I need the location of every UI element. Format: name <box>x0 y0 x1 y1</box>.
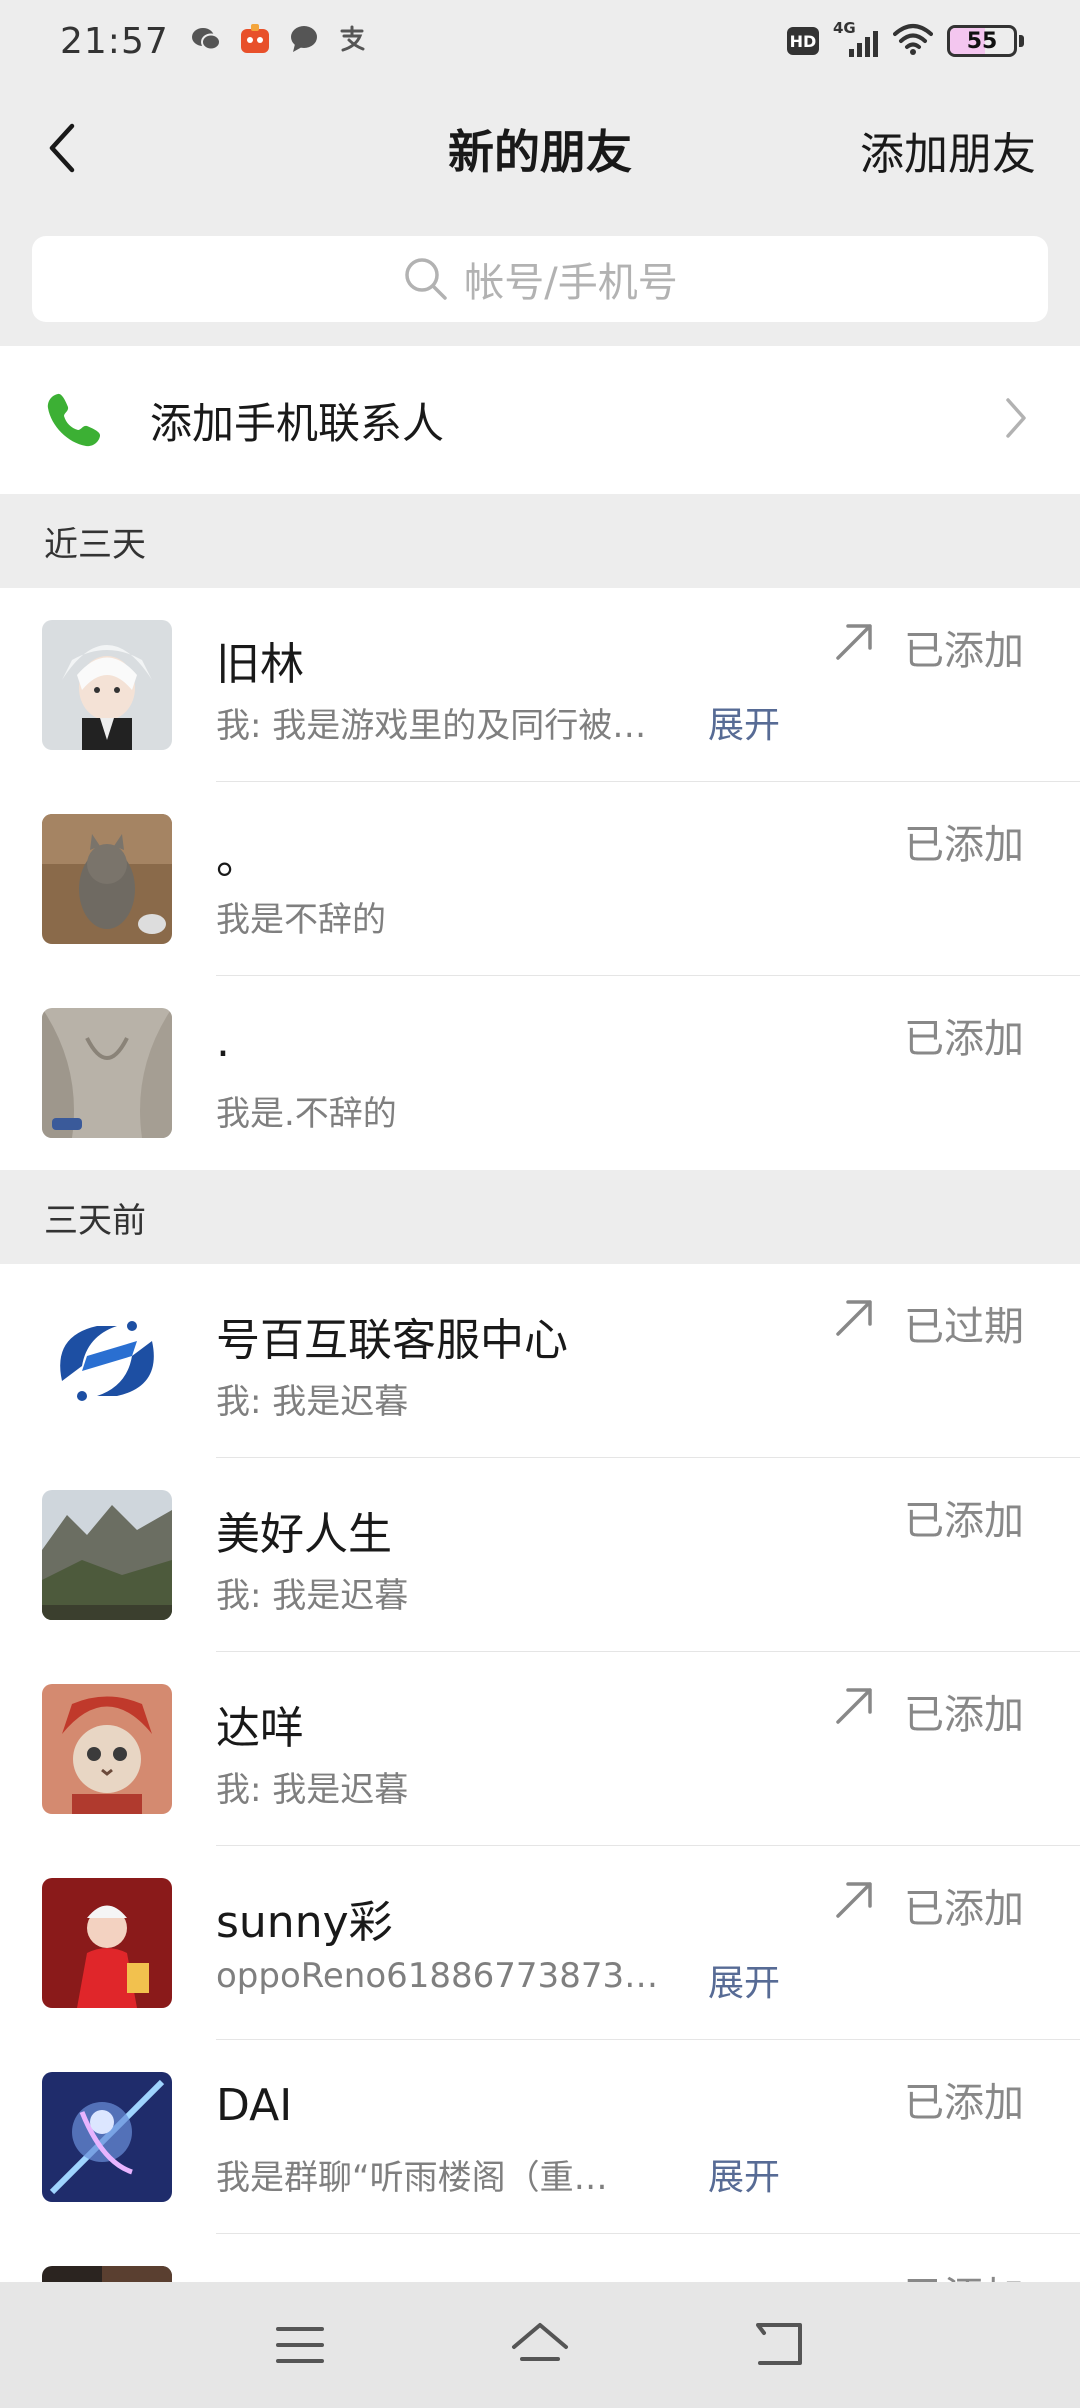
expand-link[interactable]: 展开 <box>708 696 780 748</box>
avatar[interactable] <box>42 1296 172 1426</box>
friend-request-item[interactable]: DAI 我是群聊“听雨楼阁（重… 展开 已添加 <box>0 2040 1080 2234</box>
phone-icon <box>47 393 101 447</box>
back-nav-button[interactable] <box>740 2305 820 2385</box>
back-button[interactable] <box>30 116 94 180</box>
nav-bar: 新的朋友 添加朋友 <box>0 82 1080 222</box>
friend-name: . <box>216 1016 230 1067</box>
request-message: 我: 我是迟暮 <box>216 1382 409 1422</box>
avatar[interactable] <box>42 2072 172 2202</box>
app-icon <box>239 23 271 59</box>
search-placeholder: 帐号/手机号 <box>464 260 678 306</box>
outgoing-arrow-icon <box>832 1878 876 1922</box>
friend-request-item[interactable]: 达咩我: 我是迟暮 已添加 <box>0 1652 1080 1846</box>
request-message: 我: 我是游戏里的及同行被… <box>216 706 647 746</box>
request-status: 已过期 <box>904 1304 1024 1350</box>
add-friend-button[interactable]: 添加朋友 <box>860 118 1036 182</box>
expand-link[interactable]: 展开 <box>708 1954 780 2006</box>
avatar[interactable] <box>42 1684 172 1814</box>
add-phone-contacts-label: 添加手机联系人 <box>150 398 445 448</box>
outgoing-arrow-icon <box>832 1296 876 1340</box>
friend-request-item[interactable]: 号百互联客服中心我: 我是迟暮 已过期 <box>0 1264 1080 1458</box>
friend-name: DAI <box>216 2080 293 2131</box>
alipay-icon <box>337 24 367 58</box>
outgoing-arrow-icon <box>832 1684 876 1728</box>
friend-name: 美好人生 <box>216 1509 392 1560</box>
request-message: oppoReno61886773873… <box>216 1956 659 1996</box>
friend-name: 旧林 <box>216 639 304 690</box>
friend-name: 。 <box>216 833 260 884</box>
back-arrow-icon <box>49 123 75 173</box>
request-message: 我是群聊“听雨楼阁（重… <box>216 2158 608 2198</box>
notification-icons <box>191 23 367 59</box>
avatar[interactable] <box>42 1490 172 1620</box>
friend-request-item[interactable]: 美好人生我: 我是迟暮 已添加 <box>0 1458 1080 1652</box>
add-phone-contacts-row[interactable]: 添加手机联系人 <box>0 346 1080 494</box>
battery-level: 55 <box>966 28 998 54</box>
request-status: 已添加 <box>904 1016 1024 1062</box>
avatar[interactable] <box>42 620 172 750</box>
request-message: 我: 我是迟暮 <box>216 1770 409 1810</box>
section-header-recent: 近三天 <box>0 494 1080 588</box>
avatar[interactable] <box>42 1878 172 2008</box>
battery-icon: 55 <box>947 25 1024 57</box>
status-time: 21:57 <box>60 20 169 62</box>
search-icon <box>405 258 447 300</box>
friend-request-item[interactable]: . 我是.不辞的 已添加 <box>0 976 1080 1170</box>
friend-request-item[interactable]: 。我是不辞的 已添加 <box>0 782 1080 976</box>
request-message: 我是.不辞的 <box>216 1094 397 1134</box>
request-status: 已添加 <box>904 1692 1024 1738</box>
chat-bubble-icon <box>289 25 319 57</box>
avatar[interactable] <box>42 1008 172 1138</box>
avatar[interactable] <box>42 814 172 944</box>
status-bar: 21:57 HD 4G 55 <box>0 0 1080 82</box>
search-input[interactable]: 帐号/手机号 <box>32 236 1048 322</box>
friend-request-item[interactable]: 旧林我: 我是游戏里的及同行被… 展开 已添加 <box>0 588 1080 782</box>
request-status: 已添加 <box>904 1498 1024 1544</box>
friend-list-older: 号百互联客服中心 我: 我是迟暮 已过期 美好人生 我: 我是迟暮 已添加 达咩 我: 我是迟… <box>0 1264 1080 2408</box>
wifi-icon <box>893 22 933 60</box>
request-status: 已添加 <box>904 1886 1024 1932</box>
status-indicators: HD 4G 55 <box>787 19 1024 61</box>
system-nav-bar <box>0 2282 1080 2408</box>
menu-button[interactable] <box>260 2305 340 2385</box>
hd-badge: HD <box>787 27 819 55</box>
friend-name: 号百互联客服中心 <box>216 1315 568 1366</box>
friend-request-item[interactable]: sunny彩 oppoReno61886773873… 展开 已添加 <box>0 1846 1080 2040</box>
expand-link[interactable]: 展开 <box>708 2148 780 2200</box>
friend-name: 达咩 <box>216 1703 304 1754</box>
friend-list-recent: 旧林 我: 我是游戏里的及同行被… 展开 已添加。我是不辞的 已添加. 我是.不辞的 已添加 <box>0 588 1080 1170</box>
friend-name: sunny彩 <box>216 1897 393 1948</box>
wechat-icon <box>191 26 221 56</box>
section-header-older: 三天前 <box>0 1170 1080 1264</box>
request-message: 我是不辞的 <box>216 900 386 940</box>
menu-icon <box>276 2327 324 2363</box>
outgoing-arrow-icon <box>832 620 876 664</box>
request-status: 已添加 <box>904 2080 1024 2126</box>
return-icon <box>756 2323 802 2365</box>
signal-icon: 4G <box>833 19 879 61</box>
request-status: 已添加 <box>904 628 1024 674</box>
chevron-right-icon <box>1006 398 1026 438</box>
request-message: 我: 我是迟暮 <box>216 1576 409 1616</box>
home-icon <box>512 2323 568 2361</box>
request-status: 已添加 <box>904 822 1024 868</box>
home-button[interactable] <box>500 2305 580 2385</box>
